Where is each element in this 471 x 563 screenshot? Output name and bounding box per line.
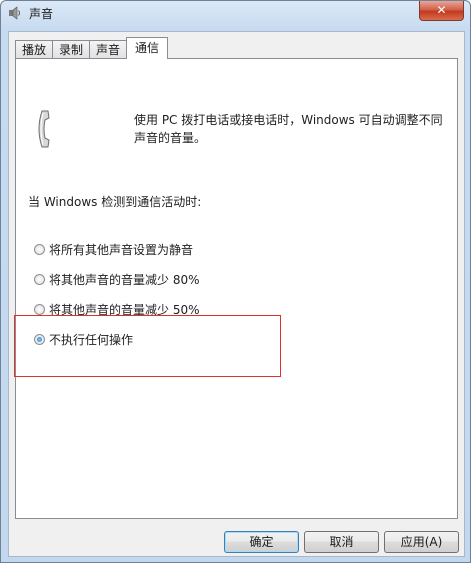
tab-strip: 播放 录制 声音 通信 bbox=[15, 36, 169, 59]
close-icon: ✕ bbox=[436, 3, 447, 17]
dialog-button-row: 确定 取消 应用(A) bbox=[9, 531, 464, 553]
speaker-icon bbox=[9, 6, 20, 20]
option-reduce-80[interactable]: 将其他声音的音量减少 80% bbox=[34, 271, 200, 288]
detect-activity-label: 当 Windows 检测到通信活动时: bbox=[28, 195, 202, 209]
highlight-annotation-box bbox=[14, 315, 281, 377]
dialog-client-area: 播放 录制 声音 通信 使用 PC 拨打电话或接电话时，Windows 可自动调… bbox=[8, 31, 465, 557]
cancel-button[interactable]: 取消 bbox=[304, 531, 379, 553]
communications-panel: 使用 PC 拨打电话或接电话时，Windows 可自动调整不同声音的音量。 当 … bbox=[14, 58, 458, 519]
ok-button[interactable]: 确定 bbox=[224, 531, 299, 553]
tab-recording[interactable]: 录制 bbox=[52, 40, 91, 59]
option-label: 将所有其他声音设置为静音 bbox=[49, 243, 194, 257]
tab-communications[interactable]: 通信 bbox=[126, 37, 169, 59]
communications-description: 使用 PC 拨打电话或接电话时，Windows 可自动调整不同声音的音量。 bbox=[134, 113, 443, 145]
option-label: 将其他声音的音量减少 80% bbox=[49, 273, 200, 287]
sound-dialog: 声音 ✕ 播放 录制 声音 通信 使用 PC 拨打电话或接电话时，Windows… bbox=[0, 0, 471, 563]
title-bar[interactable]: 声音 ✕ bbox=[1, 1, 470, 25]
tab-sounds[interactable]: 声音 bbox=[89, 40, 128, 59]
tab-playback[interactable]: 播放 bbox=[15, 40, 54, 59]
window-title: 声音 bbox=[29, 7, 54, 21]
apply-button[interactable]: 应用(A) bbox=[384, 531, 459, 553]
close-button[interactable]: ✕ bbox=[419, 1, 464, 21]
radio-button[interactable] bbox=[34, 304, 45, 315]
radio-button[interactable] bbox=[34, 244, 45, 255]
option-mute-all[interactable]: 将所有其他声音设置为静音 bbox=[34, 241, 193, 258]
phone-handset-icon bbox=[38, 110, 50, 148]
radio-button[interactable] bbox=[34, 274, 45, 285]
